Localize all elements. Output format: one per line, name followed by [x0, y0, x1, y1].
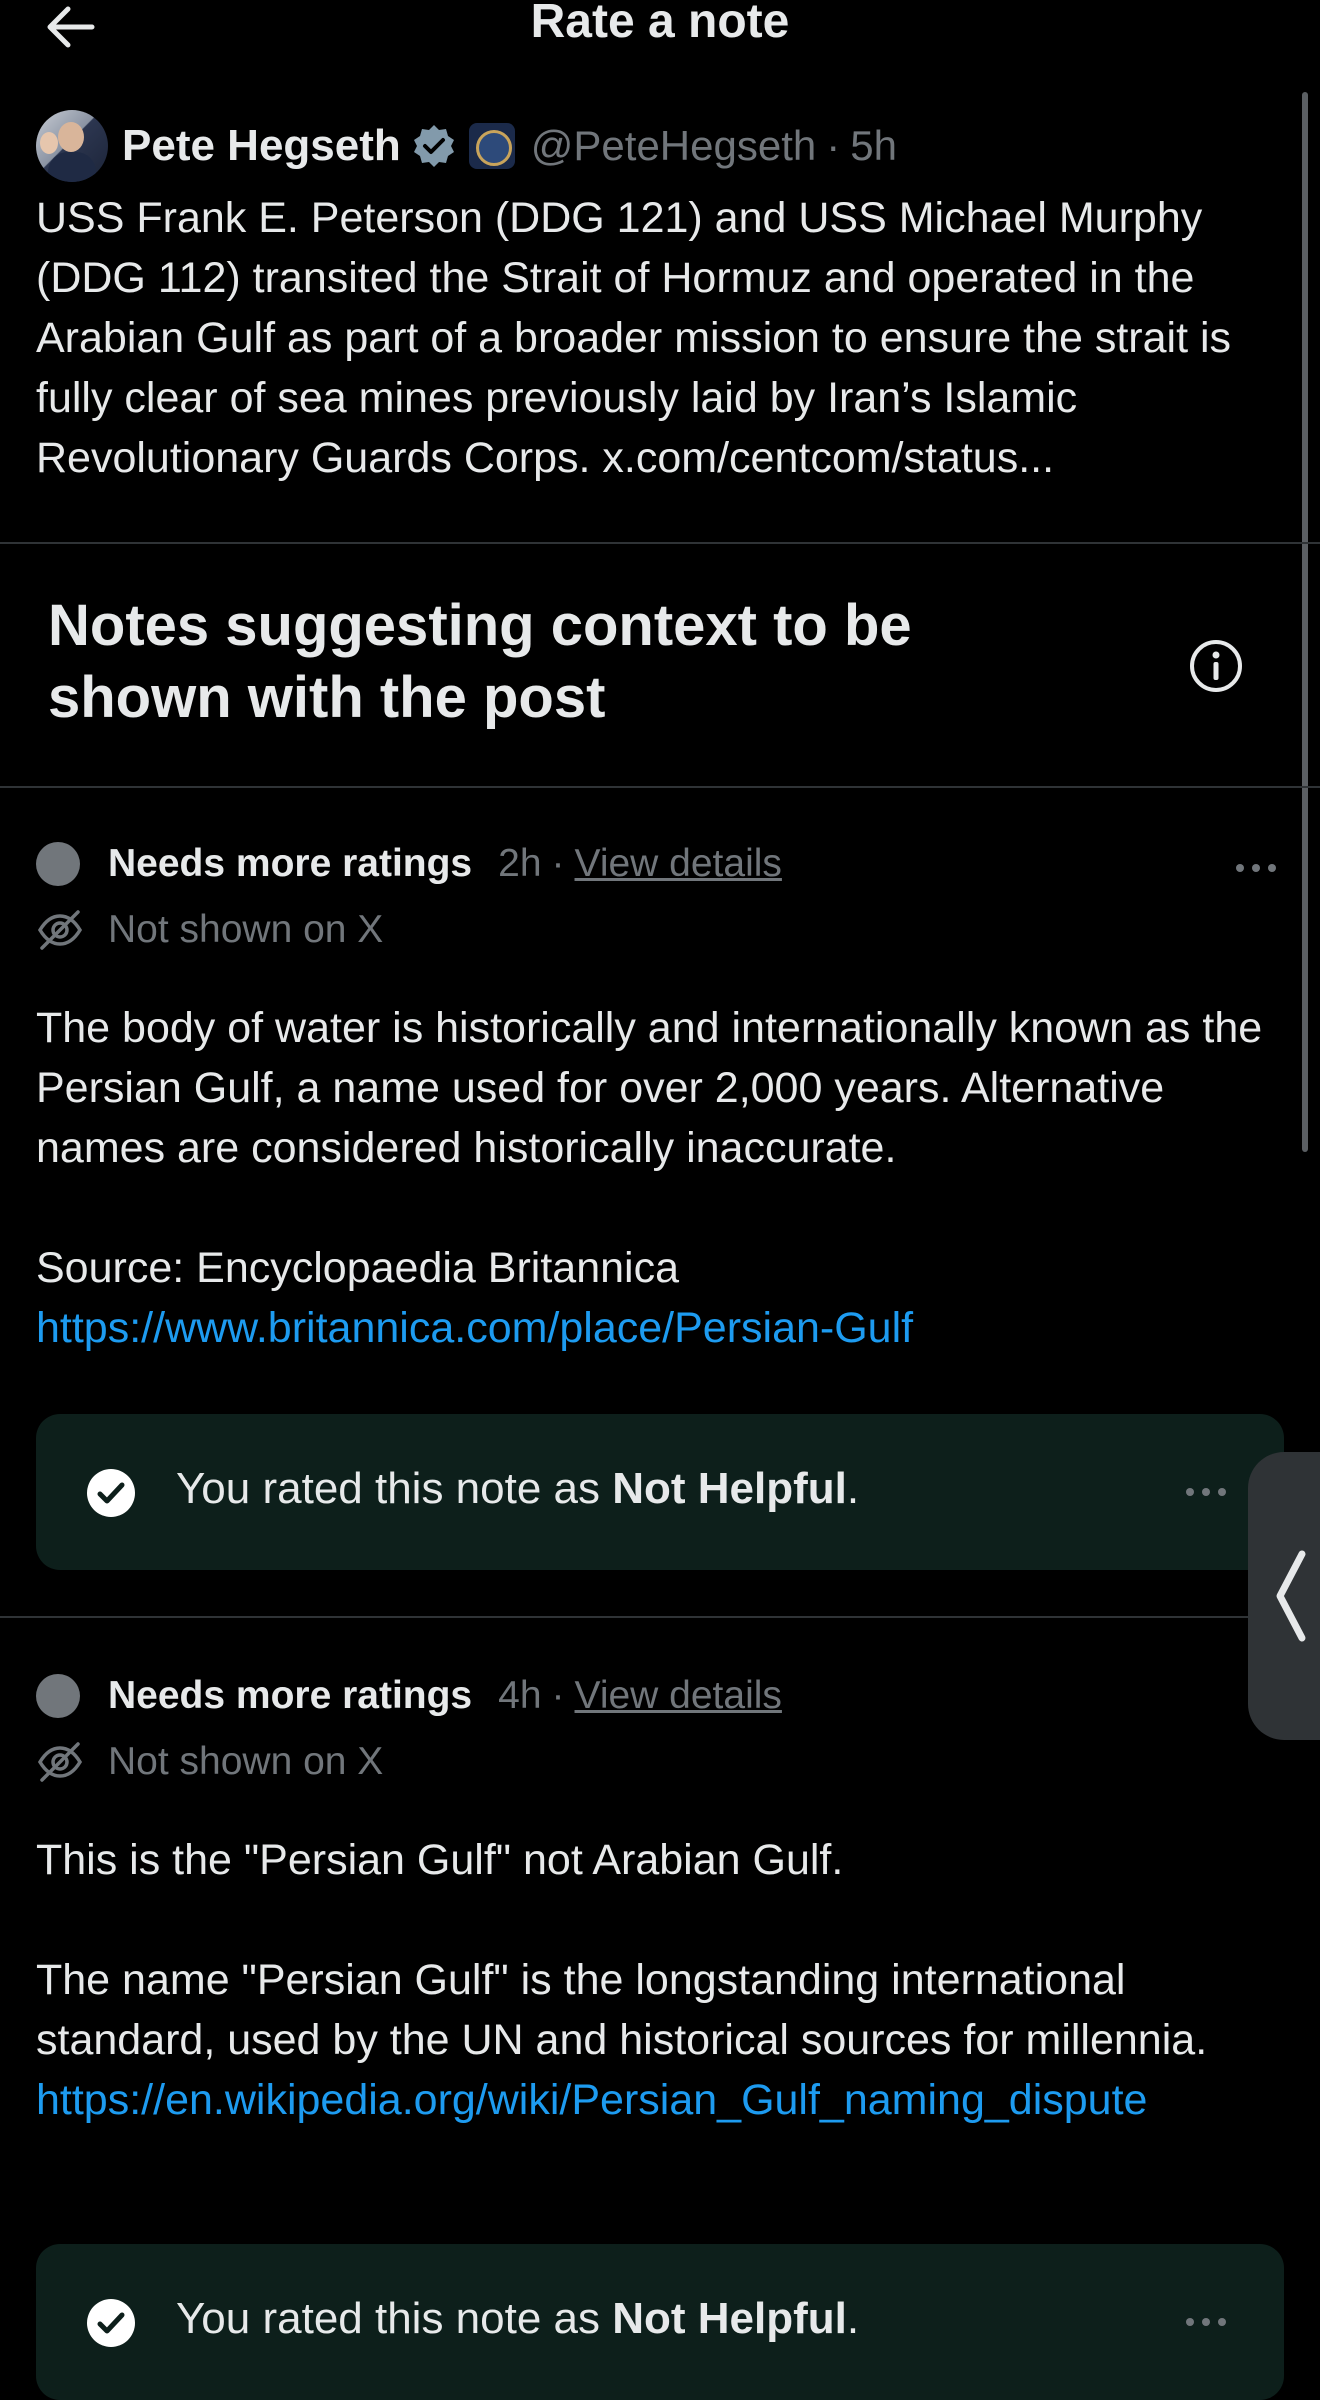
rating-value: Not Helpful: [612, 2294, 847, 2343]
note-time: 2h: [498, 842, 542, 885]
eye-off-icon: [37, 1742, 83, 1782]
note-text: This is the "Persian Gulf" not Arabian G…: [36, 1830, 1286, 2130]
divider: [0, 786, 1320, 788]
section-title: Notes suggesting context to be shown wit…: [48, 593, 912, 730]
rating-prefix: You rated this note as: [176, 1464, 613, 1513]
author-name[interactable]: Pete Hegseth: [122, 121, 401, 171]
rating-suffix: .: [846, 1464, 860, 1513]
author-handle[interactable]: @PeteHegseth: [531, 122, 816, 170]
status-dot-icon: [36, 842, 80, 886]
side-panel-handle[interactable]: [1248, 1452, 1320, 1740]
divider: [0, 542, 1320, 544]
page-title: Rate a note: [530, 0, 790, 48]
visibility-label: Not shown on X: [108, 1740, 384, 1783]
visibility-label: Not shown on X: [108, 908, 384, 951]
post-time[interactable]: 5h: [850, 122, 897, 170]
note-paragraph: This is the "Persian Gulf" not Arabian G…: [36, 1836, 844, 1884]
post[interactable]: Pete Hegseth @PeteHegseth · 5h USS Frank…: [36, 106, 1286, 488]
note-link[interactable]: https://en.wikipedia.org/wiki/Persian_Gu…: [36, 2076, 1147, 2124]
note-status: Needs more ratings: [108, 842, 473, 885]
note-meta: Needs more ratings 4h · View details: [36, 1666, 1286, 1726]
rating-value: Not Helpful: [612, 1464, 847, 1513]
avatar[interactable]: [36, 110, 108, 182]
note-paragraph: The body of water is historically and in…: [36, 1004, 1263, 1172]
check-circle-icon: [87, 1469, 135, 1517]
note-paragraph: The name "Persian Gulf" is the longstand…: [36, 1956, 1208, 2064]
more-icon[interactable]: [1232, 858, 1280, 878]
note-text: The body of water is historically and in…: [36, 998, 1286, 1358]
divider: [0, 1616, 1320, 1618]
rating-prefix: You rated this note as: [176, 2294, 613, 2343]
note-meta: Needs more ratings 2h · View details: [36, 834, 1286, 894]
separator: ·: [551, 1674, 565, 1717]
visibility-row: Not shown on X: [36, 900, 1286, 960]
scrollbar[interactable]: [1302, 92, 1308, 1152]
view-details-link[interactable]: View details: [575, 1674, 782, 1718]
separator: ·: [826, 122, 841, 169]
view-details-link[interactable]: View details: [575, 842, 782, 886]
affiliation-seal-icon[interactable]: [468, 123, 515, 169]
more-icon[interactable]: [1182, 2312, 1230, 2332]
rating-text: You rated this note as Not Helpful.: [176, 2294, 859, 2344]
note-card: Needs more ratings 2h · View details Not…: [36, 834, 1286, 1358]
check-circle-icon: [87, 2299, 135, 2347]
post-text: USS Frank E. Peterson (DDG 121) and USS …: [36, 194, 1232, 482]
top-bar: Rate a note: [0, 0, 1320, 54]
rating-status-box: You rated this note as Not Helpful.: [36, 1414, 1284, 1570]
separator: ·: [551, 842, 565, 885]
rating-text: You rated this note as Not Helpful.: [176, 1464, 859, 1514]
chevron-left-icon: [1276, 1550, 1306, 1642]
note-time: 4h: [498, 1674, 542, 1717]
note-card: Needs more ratings 4h · View details Not…: [36, 1666, 1286, 2130]
info-icon[interactable]: [1188, 638, 1244, 694]
note-status: Needs more ratings: [108, 1674, 473, 1717]
note-link[interactable]: https://www.britannica.com/place/Persian…: [36, 1304, 913, 1352]
post-author-row: Pete Hegseth @PeteHegseth · 5h: [36, 106, 1286, 186]
eye-off-icon: [37, 910, 83, 950]
note-source: Source: Encyclopaedia Britannica: [36, 1244, 679, 1292]
rating-suffix: .: [846, 2294, 860, 2343]
rating-status-box: You rated this note as Not Helpful.: [36, 2244, 1284, 2400]
verified-badge-icon: [413, 125, 454, 167]
status-dot-icon: [36, 1674, 80, 1718]
visibility-row: Not shown on X: [36, 1732, 1286, 1792]
more-icon[interactable]: [1182, 1482, 1230, 1502]
